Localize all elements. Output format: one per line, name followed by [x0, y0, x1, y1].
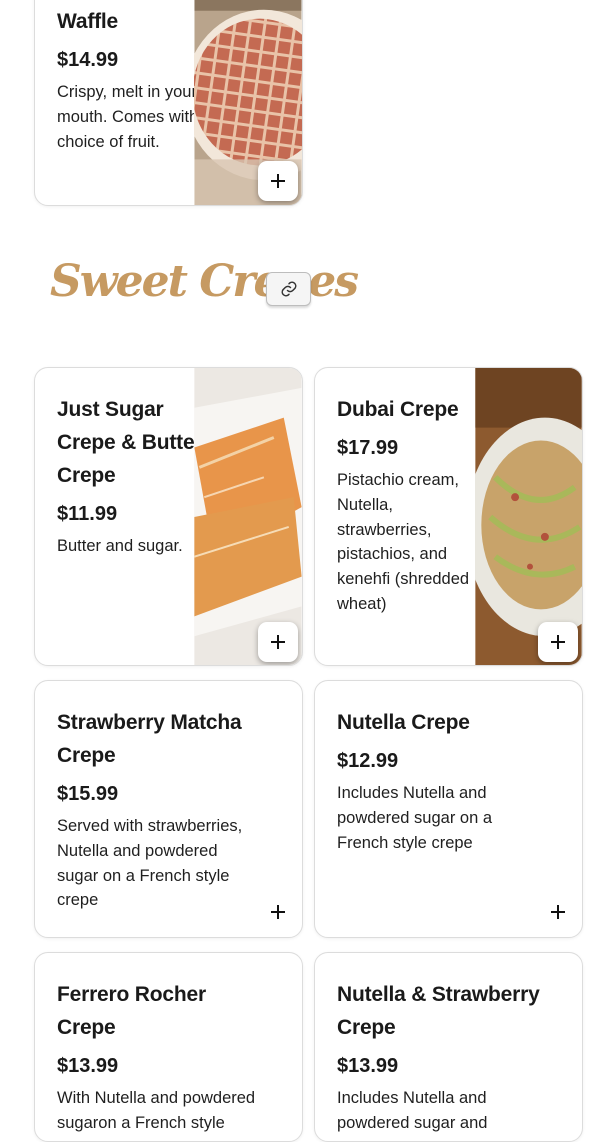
add-to-cart-button[interactable] [258, 622, 298, 662]
plus-icon [551, 905, 565, 919]
item-title: Ferrero Rocher Crepe [57, 983, 206, 1039]
item-title: Strawberry Matcha Crepe [57, 711, 242, 767]
item-title: Nutella Crepe [337, 711, 470, 734]
item-title: Just Sugar Crepe & Butter Crepe [57, 398, 203, 487]
menu-item-card[interactable]: Nutella Crepe $12.99 Includes Nutella an… [314, 680, 583, 938]
item-description: Includes Nutella and powdered sugar on a… [337, 784, 493, 852]
crepe-photo [475, 368, 582, 665]
item-price: $13.99 [57, 1055, 119, 1077]
plus-icon [271, 635, 285, 649]
menu-item-card[interactable]: Ferrero Rocher Crepe $13.99 With Nutella… [34, 952, 303, 1142]
menu-item-card[interactable]: Nutella & Strawberry Crepe $13.99 Includ… [314, 952, 583, 1142]
item-description: Butter and sugar. [57, 537, 183, 555]
item-price: $17.99 [337, 437, 399, 459]
menu-item-card[interactable]: Dubai Crepe $17.99 Pistachio cream, Nute… [314, 367, 583, 666]
item-price: $14.99 [57, 49, 119, 71]
menu-item-card[interactable]: Waffle $14.99 Crispy, melt in your mouth… [34, 0, 303, 206]
item-title: Waffle [57, 10, 119, 33]
menu-item-card[interactable]: Strawberry Matcha Crepe $15.99 Served wi… [34, 680, 303, 938]
item-title: Dubai Crepe [337, 398, 459, 421]
copy-link-button[interactable] [266, 272, 311, 306]
item-price: $13.99 [337, 1055, 399, 1077]
add-to-cart-button[interactable] [543, 897, 573, 927]
item-price: $15.99 [57, 783, 119, 805]
add-to-cart-button[interactable] [263, 897, 293, 927]
item-description: Served with strawberries, Nutella and po… [57, 817, 243, 910]
item-price: $12.99 [337, 750, 399, 772]
item-price: $11.99 [57, 503, 118, 525]
plus-icon [551, 635, 565, 649]
plus-icon [271, 905, 285, 919]
item-description: Pistachio cream, Nutella, strawberries, … [337, 471, 470, 613]
add-to-cart-button[interactable] [538, 622, 578, 662]
crepe-photo [194, 368, 302, 665]
item-title: Nutella & Strawberry Crepe [337, 983, 540, 1039]
plus-icon [271, 174, 285, 188]
link-icon [281, 281, 296, 297]
menu-item-card[interactable]: Just Sugar Crepe & Butter Crepe $11.99 B… [34, 367, 303, 666]
item-description: With Nutella and powdered sugaron a Fren… [57, 1089, 256, 1141]
add-to-cart-button[interactable] [258, 161, 298, 201]
item-description: Crispy, melt in your mouth. Comes with c… [57, 83, 199, 151]
item-description: Includes Nutella and powdered sugar and … [337, 1089, 488, 1141]
